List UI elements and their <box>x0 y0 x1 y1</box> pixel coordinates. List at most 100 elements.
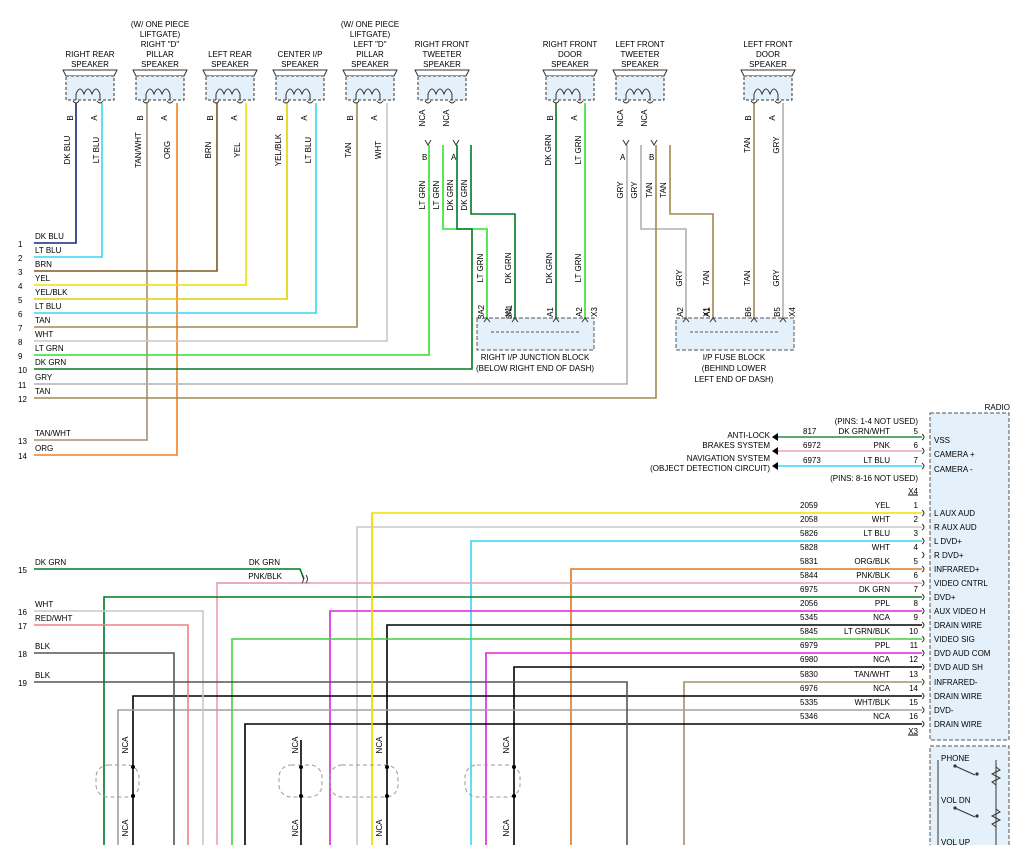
switch-node-icon <box>953 806 957 810</box>
circuit-color: DK GRN <box>859 585 890 594</box>
switch-node-icon <box>975 772 979 776</box>
bus-wire-label: TAN/WHT <box>35 429 71 438</box>
bus-number: 14 <box>18 452 27 461</box>
junction-label: LEFT END OF DASH) <box>695 375 774 384</box>
junction-wire-label: DK GRN <box>504 252 513 283</box>
speaker-wire-label: LT BLU <box>92 137 101 164</box>
radio-pin-function: VIDEO SIG <box>934 635 975 644</box>
circuit-number: 6976 <box>800 684 818 693</box>
speaker-title: SPEAKER <box>551 60 589 69</box>
speaker-top <box>202 69 258 77</box>
speaker-wire-label: BRN <box>204 141 213 158</box>
speaker-title: SPEAKER <box>423 60 461 69</box>
radio-title: RADIO <box>985 403 1010 412</box>
drain-label: NCA <box>121 819 130 837</box>
pin-number: 1 <box>914 501 919 510</box>
pin-number: 15 <box>909 698 918 707</box>
tweeter-wire-label: LT GRN <box>418 180 427 209</box>
pin-label: NCA <box>616 109 625 127</box>
junction-label: (BEHIND LOWER <box>702 364 767 373</box>
pin-label: A <box>370 115 379 121</box>
drain-label: NCA <box>502 736 511 754</box>
circuit-color: WHT/BLK <box>854 698 890 707</box>
speaker-body <box>275 75 325 101</box>
speaker-title: DOOR <box>756 50 780 59</box>
radio-pin-function: DVD+ <box>934 593 956 602</box>
radio-pin-function: INFRARED+ <box>934 565 980 574</box>
speaker-title: SPEAKER <box>351 60 389 69</box>
pin-label: A <box>90 115 99 121</box>
junction-pin-label: A2 <box>575 307 584 317</box>
circuit-color: DK GRN/WHT <box>838 427 890 436</box>
junction-wire-label: TAN <box>743 270 752 286</box>
speaker-title: SPEAKER <box>749 60 787 69</box>
circuit-number: 2056 <box>800 599 818 608</box>
bus-wire-label: LT BLU <box>35 246 62 255</box>
speaker-wire-label: GRY <box>772 136 781 154</box>
pin-number: 6 <box>914 571 919 580</box>
switch-label: PHONE <box>941 754 969 763</box>
tweeter-wire-label: TAN <box>659 182 668 198</box>
bus-wire-label: RED/WHT <box>35 614 72 623</box>
bus-number: 3 <box>18 268 23 277</box>
pin-number: 6 <box>914 441 919 450</box>
pin-label: NCA <box>418 109 427 127</box>
circuit-number: 6980 <box>800 655 818 664</box>
junction-wire-label: TAN <box>702 270 711 286</box>
pin-label: B <box>66 115 75 120</box>
speaker-title: SPEAKER <box>141 60 179 69</box>
drain-label: NCA <box>291 819 300 837</box>
pin-number: 16 <box>909 712 918 721</box>
circuit-color: PPL <box>875 641 891 650</box>
bus-number: 6 <box>18 310 23 319</box>
splice-node-icon <box>299 765 303 769</box>
circuit-number: 5335 <box>800 698 818 707</box>
speaker-top <box>542 69 598 77</box>
drain-label: NCA <box>375 736 384 754</box>
speaker-body <box>65 75 115 101</box>
speaker-title: RIGHT REAR <box>65 50 114 59</box>
pin-label: NCA <box>640 109 649 127</box>
switch-node-icon <box>975 814 979 818</box>
circuit-color: LT BLU <box>864 529 891 538</box>
circuit-color: TAN/WHT <box>854 670 890 679</box>
pin-number: 13 <box>909 670 918 679</box>
speaker-wire-label: WHT <box>374 141 383 159</box>
circuit-number: 2059 <box>800 501 818 510</box>
tweeter-wire-label: DK GRN <box>446 179 455 210</box>
speaker-wire-label: TAN <box>743 137 752 153</box>
bus-wire-label: TAN <box>35 387 51 396</box>
pin-label: A <box>451 153 457 162</box>
speaker-body <box>345 75 395 101</box>
speaker-top <box>132 69 188 77</box>
radio-pin-function: CAMERA - <box>934 465 973 474</box>
circuit-number: 5346 <box>800 712 818 721</box>
pin-label: B <box>276 115 285 120</box>
speaker-wire-label: LT GRN <box>574 135 583 164</box>
pin-number: 8 <box>914 599 919 608</box>
speaker-wire-label: DK GRN <box>544 134 553 165</box>
speaker-title: SPEAKER <box>71 60 109 69</box>
destination-label: ANTI-LOCK <box>727 431 770 440</box>
pin-number: 4 <box>914 543 919 552</box>
pin-label: B <box>206 115 215 120</box>
circuit-color: LT BLU <box>864 456 891 465</box>
radio-pin-function: DVD AUD COM <box>934 649 991 658</box>
circuit-color: NCA <box>873 613 891 622</box>
junction-wire-label: GRY <box>675 269 684 287</box>
speaker-title: SPEAKER <box>211 60 249 69</box>
switch-label: VOL UP <box>941 838 970 845</box>
radio-pin-function: AUX VIDEO H <box>934 607 986 616</box>
connector-tag: X3 <box>590 307 599 317</box>
speaker-title: PILLAR <box>356 50 384 59</box>
speaker-title: SPEAKER <box>621 60 659 69</box>
destination-label: (OBJECT DETECTION CIRCUIT) <box>650 464 770 473</box>
circuit-color: WHT <box>872 515 890 524</box>
bus-number: 2 <box>18 254 23 263</box>
speaker-title: RIGHT FRONT <box>415 40 470 49</box>
circuit-color: YEL <box>875 501 891 510</box>
pin-number: 7 <box>914 456 919 465</box>
junction-pin-label: B6 <box>744 307 753 317</box>
speaker-body <box>743 75 793 101</box>
speaker-title: LEFT FRONT <box>615 40 664 49</box>
